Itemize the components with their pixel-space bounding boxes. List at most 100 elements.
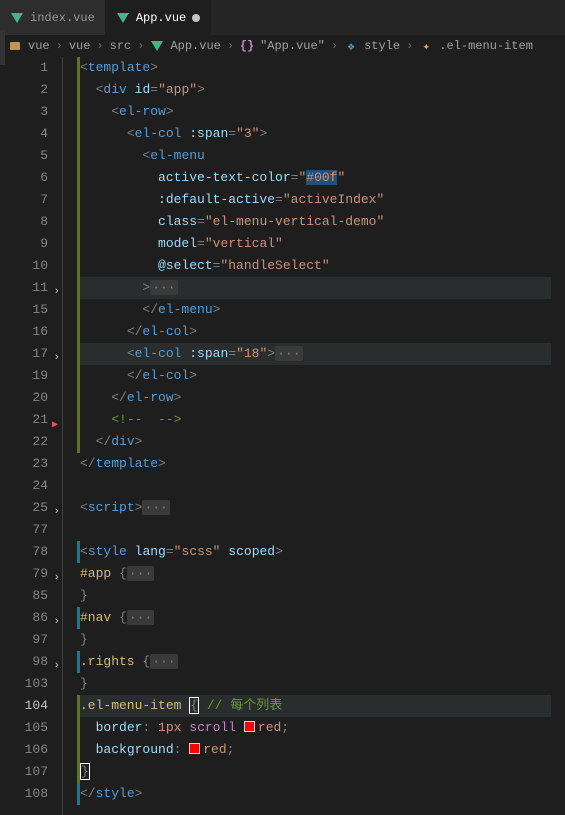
code-line[interactable]: class="el-menu-vertical-demo"	[80, 211, 565, 233]
fold-arrow-icon[interactable]: ›	[53, 655, 60, 677]
line-number: 79›	[0, 563, 48, 585]
breadcrumb-seg[interactable]: src	[110, 39, 132, 53]
line-number: 105	[0, 717, 48, 739]
line-number: 86›	[0, 607, 48, 629]
code-line[interactable]: }	[80, 585, 565, 607]
tab-index-vue[interactable]: index.vue	[0, 0, 106, 35]
code-line[interactable]: <style lang="scss" scoped>	[80, 541, 565, 563]
code-line[interactable]: </el-col>	[80, 321, 565, 343]
chevron-right-icon: ›	[406, 39, 413, 53]
line-number: 7	[0, 189, 48, 211]
breadcrumb-seg[interactable]: App.vue	[170, 39, 220, 53]
line-number: 6	[0, 167, 48, 189]
code-line[interactable]: .el-menu-item { // 每个列表	[80, 695, 565, 717]
code-line[interactable]: <el-row>	[80, 101, 565, 123]
line-number: 98›	[0, 651, 48, 673]
breadcrumb-seg[interactable]: style	[364, 39, 400, 53]
code-line[interactable]: }	[80, 673, 565, 695]
line-number: 10	[0, 255, 48, 277]
breadcrumb-seg[interactable]: vue	[69, 39, 91, 53]
code-line[interactable]: }	[80, 761, 565, 783]
minimap[interactable]	[551, 57, 565, 815]
code-line[interactable]: <div id="app">	[80, 79, 565, 101]
chevron-right-icon: ›	[227, 39, 234, 53]
code-line[interactable]: >···	[80, 277, 565, 299]
vue-file-icon	[150, 39, 164, 53]
line-number: 77	[0, 519, 48, 541]
code-line[interactable]: #app {···	[80, 563, 565, 585]
fold-arrow-icon[interactable]: ›	[53, 567, 60, 589]
line-number: 108	[0, 783, 48, 805]
vue-file-icon	[116, 11, 130, 25]
fold-arrow-icon[interactable]: ›	[53, 347, 60, 369]
tab-label: App.vue	[136, 11, 186, 25]
code-line[interactable]: model="vertical"	[80, 233, 565, 255]
code-line[interactable]: </template>	[80, 453, 565, 475]
code-line[interactable]: <el-menu	[80, 145, 565, 167]
code-line[interactable]: background: red;	[80, 739, 565, 761]
fold-arrow-icon[interactable]: ›	[53, 611, 60, 633]
selector-icon: ✦	[419, 39, 433, 53]
code-line[interactable]: <script>···	[80, 497, 565, 519]
code-line[interactable]: border: 1px scroll red;	[80, 717, 565, 739]
chevron-right-icon: ›	[96, 39, 103, 53]
editor-tabs: index.vue App.vue	[0, 0, 565, 35]
error-marker-icon: ▶	[52, 415, 58, 437]
line-number: 97	[0, 629, 48, 651]
code-line[interactable]: #nav {···	[80, 607, 565, 629]
line-number: 21▶	[0, 409, 48, 431]
code-line[interactable]: </el-menu>	[80, 299, 565, 321]
chevron-right-icon: ›	[137, 39, 144, 53]
line-number: 24	[0, 475, 48, 497]
code-content[interactable]: <template> <div id="app"> <el-row> <el-c…	[62, 57, 565, 815]
code-line[interactable]: </el-row>	[80, 387, 565, 409]
line-number: 106	[0, 739, 48, 761]
line-number: 8	[0, 211, 48, 233]
line-number: 103	[0, 673, 48, 695]
line-number: 23	[0, 453, 48, 475]
color-swatch-icon	[189, 743, 200, 754]
tab-app-vue[interactable]: App.vue	[106, 0, 211, 35]
line-number: 11›	[0, 277, 48, 299]
code-line[interactable]: :default-active="activeIndex"	[80, 189, 565, 211]
braces-icon: {}	[240, 39, 254, 53]
code-line[interactable]: <el-col :span="18">···	[80, 343, 565, 365]
breadcrumb[interactable]: vue › vue › src › App.vue › {} "App.vue"…	[0, 35, 565, 57]
code-line[interactable]: active-text-color="#00f"	[80, 167, 565, 189]
vue-file-icon	[10, 11, 24, 25]
tab-label: index.vue	[30, 11, 95, 25]
line-number: 2	[0, 79, 48, 101]
line-number: 5	[0, 145, 48, 167]
code-line[interactable]: .rights {···	[80, 651, 565, 673]
line-number: 107	[0, 761, 48, 783]
code-line[interactable]: </style>	[80, 783, 565, 805]
line-gutter: 1 2 3 4 5 6 7 8 9 10 11› 15 16 17› 19 20…	[0, 57, 62, 815]
line-number: 22	[0, 431, 48, 453]
line-number: 15	[0, 299, 48, 321]
code-line[interactable]: @select="handleSelect"	[80, 255, 565, 277]
code-line[interactable]: </div>	[80, 431, 565, 453]
code-line[interactable]: <template>	[80, 57, 565, 79]
code-line[interactable]: <!-- -->	[80, 409, 565, 431]
fold-arrow-icon[interactable]: ›	[53, 501, 60, 523]
fold-arrow-icon[interactable]: ›	[53, 281, 60, 303]
line-number: 25›	[0, 497, 48, 519]
chevron-right-icon: ›	[331, 39, 338, 53]
code-editor[interactable]: 1 2 3 4 5 6 7 8 9 10 11› 15 16 17› 19 20…	[0, 57, 565, 815]
line-number: 9	[0, 233, 48, 255]
line-number: 16	[0, 321, 48, 343]
line-number: 19	[0, 365, 48, 387]
code-line[interactable]: </el-col>	[80, 365, 565, 387]
breadcrumb-seg[interactable]: "App.vue"	[260, 39, 325, 53]
code-line[interactable]	[80, 475, 565, 497]
code-line[interactable]: }	[80, 629, 565, 651]
chevron-right-icon: ›	[56, 39, 63, 53]
line-number: 1	[0, 57, 48, 79]
code-line[interactable]: <el-col :span="3">	[80, 123, 565, 145]
line-number: 4	[0, 123, 48, 145]
code-line[interactable]	[80, 519, 565, 541]
style-icon: ❖	[344, 39, 358, 53]
breadcrumb-seg[interactable]: .el-menu-item	[439, 39, 533, 53]
breadcrumb-seg[interactable]: vue	[28, 39, 50, 53]
line-number: 104	[0, 695, 48, 717]
